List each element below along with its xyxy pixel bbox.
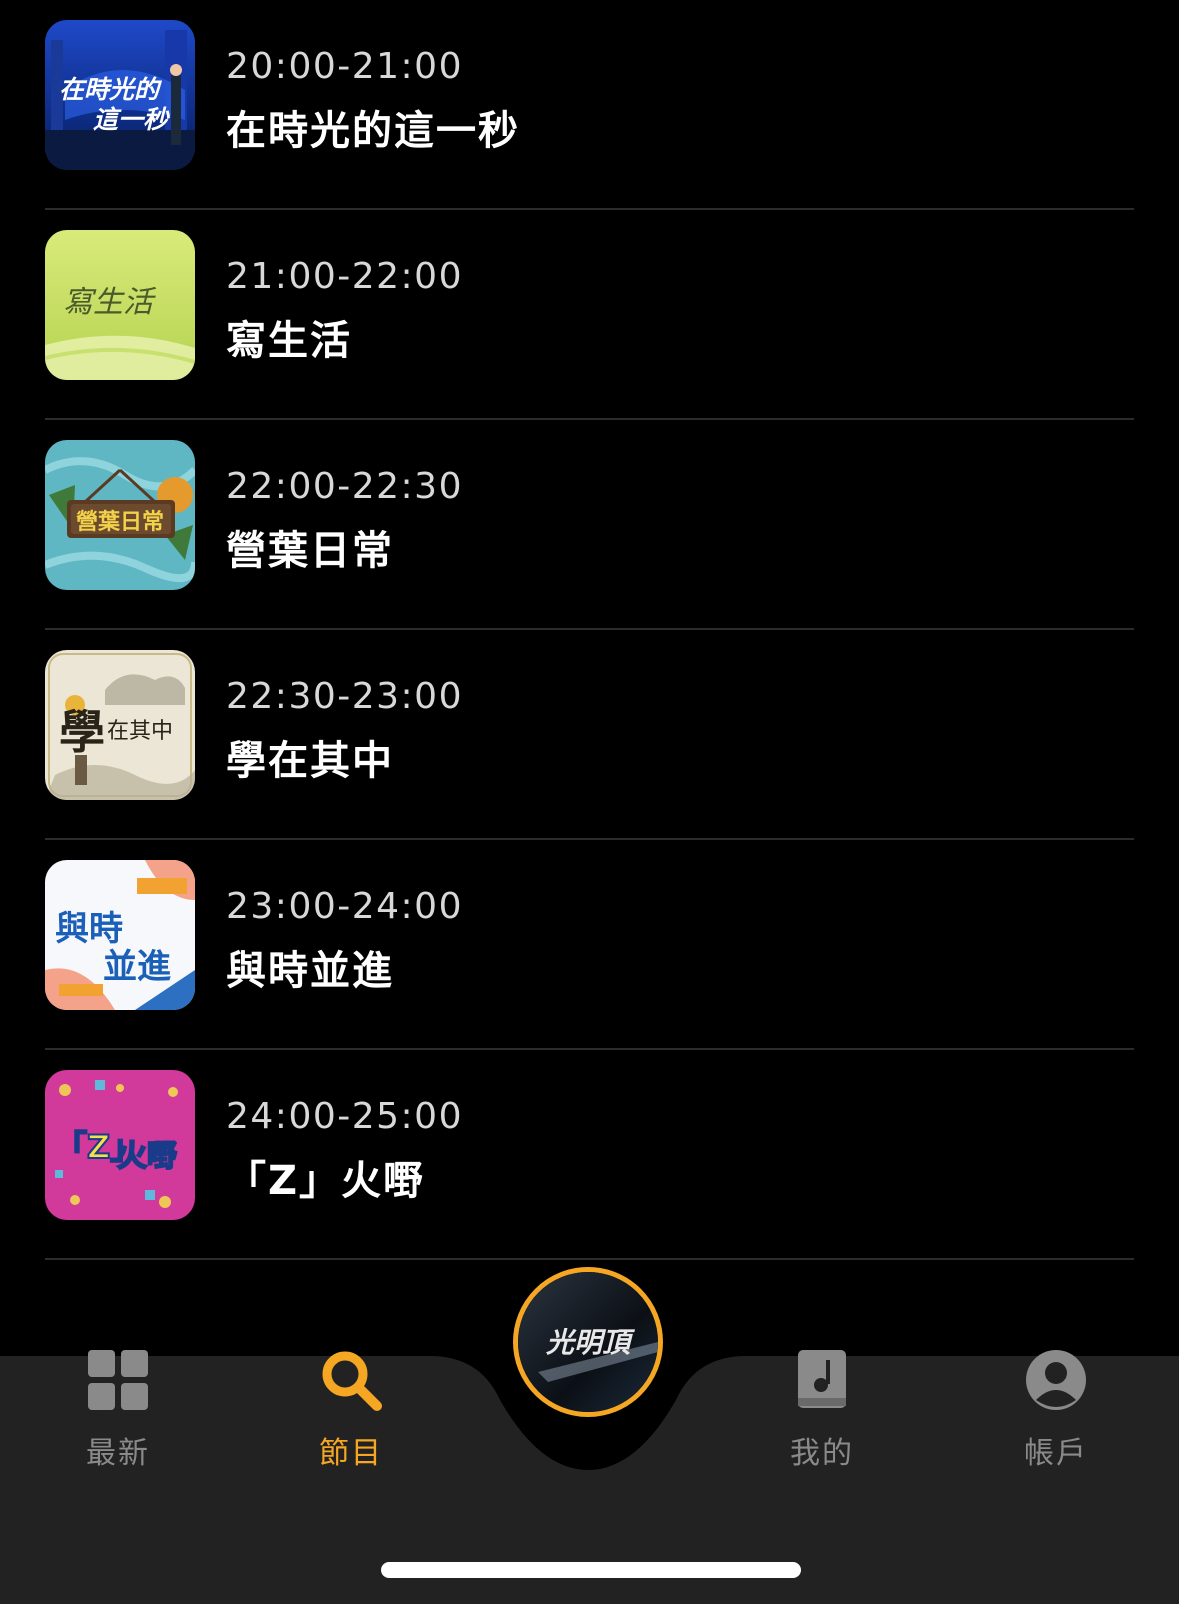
- program-title: 與時並進: [226, 948, 394, 994]
- program-row[interactable]: 營葉日常 22:00-22:30 營葉日常: [45, 420, 1134, 630]
- tab-programs[interactable]: 節目: [271, 1348, 431, 1478]
- svg-text:並進: 並進: [103, 947, 171, 987]
- program-row[interactable]: 在時光的 這一秒 20:00-21:00 在時光的這一秒: [45, 0, 1134, 210]
- tab-label: 節目: [319, 1436, 383, 1471]
- program-title: 在時光的這一秒: [226, 108, 520, 154]
- learning-within-program-icon: 學 在其中: [45, 650, 195, 800]
- svg-text:與時: 與時: [55, 909, 123, 949]
- program-title: 營葉日常: [226, 528, 394, 574]
- tab-latest[interactable]: 最新: [38, 1348, 198, 1478]
- center-logo-button[interactable]: 光明頂: [513, 1267, 663, 1417]
- search-icon: [322, 1351, 382, 1411]
- program-time: 20:00-21:00: [226, 46, 463, 87]
- tab-label: 最新: [86, 1436, 150, 1471]
- tab-mine[interactable]: 我的: [742, 1348, 902, 1478]
- grid-icon: [88, 1350, 148, 1410]
- program-row[interactable]: 寫生活 21:00-22:00 寫生活: [45, 210, 1134, 420]
- program-title: 寫生活: [226, 318, 352, 364]
- program-time: 22:00-22:30: [226, 466, 463, 507]
- keep-pace-program-icon: 與時 並進: [45, 860, 195, 1010]
- svg-text:火嘢: 火嘢: [117, 1139, 177, 1174]
- tab-bar: 最新 節目 光明頂 我的 帳戶: [0, 1267, 1179, 1604]
- program-row[interactable]: 「Z」 火嘢 24:00-25:00 「Z」火嘢: [45, 1050, 1134, 1260]
- program-row[interactable]: 與時 並進 23:00-24:00 與時並進: [45, 840, 1134, 1050]
- program-title: 「Z」火嘢: [226, 1158, 426, 1204]
- program-time: 24:00-25:00: [226, 1096, 463, 1137]
- tab-label: 帳戶: [1024, 1436, 1088, 1471]
- svg-text:在其中: 在其中: [107, 719, 173, 744]
- svg-text:營葉日常: 營葉日常: [76, 509, 164, 535]
- center-logo: 光明頂: [518, 1272, 658, 1412]
- program-time: 22:30-23:00: [226, 676, 463, 717]
- tab-account[interactable]: 帳戶: [976, 1348, 1136, 1478]
- moment-in-time-program-icon: 在時光的 這一秒: [45, 20, 195, 170]
- z-fire-program-icon: 「Z」 火嘢: [45, 1070, 195, 1220]
- svg-text:學: 學: [59, 705, 105, 759]
- row-separator: [45, 1258, 1134, 1260]
- tab-label: 我的: [790, 1436, 854, 1471]
- music-book-icon: [798, 1350, 846, 1408]
- program-title: 學在其中: [226, 738, 394, 784]
- sketch-life-program-icon: 寫生活: [45, 230, 195, 380]
- daily-camp-program-icon: 營葉日常: [45, 440, 195, 590]
- program-row[interactable]: 學 在其中 22:30-23:00 學在其中: [45, 630, 1134, 840]
- svg-text:在時光的: 在時光的: [59, 75, 163, 104]
- svg-text:光明頂: 光明頂: [545, 1326, 636, 1359]
- account-icon: [1026, 1350, 1086, 1410]
- svg-text:寫生活: 寫生活: [63, 285, 157, 320]
- svg-text:這一秒: 這一秒: [93, 105, 170, 134]
- home-indicator: [381, 1562, 801, 1578]
- program-time: 23:00-24:00: [226, 886, 463, 927]
- program-time: 21:00-22:00: [226, 256, 463, 297]
